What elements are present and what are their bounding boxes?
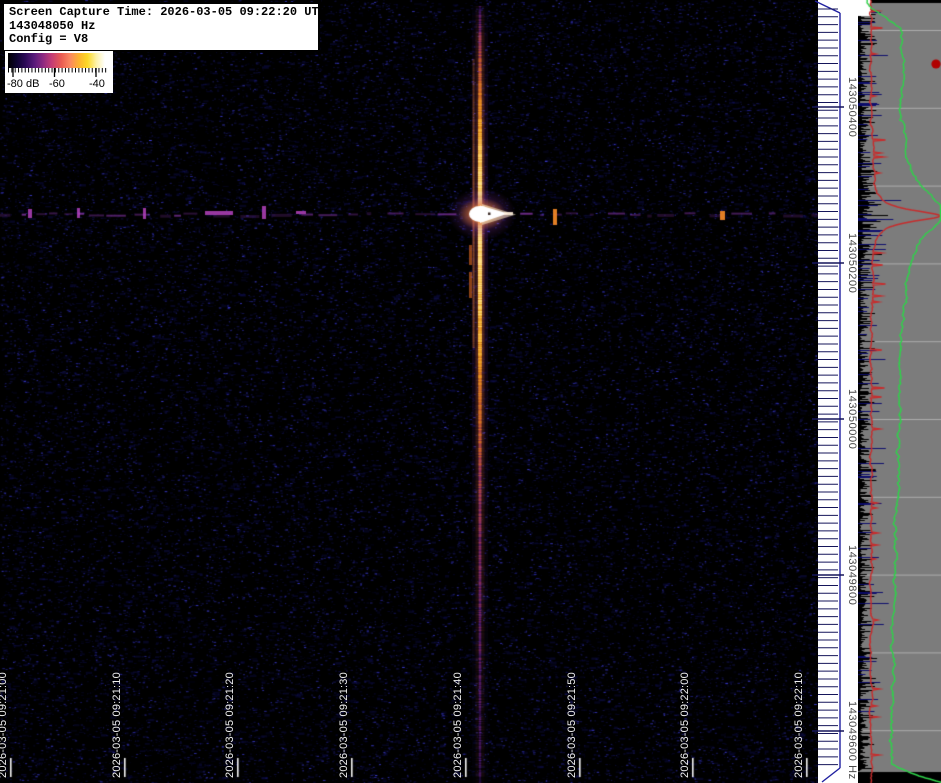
- capture-time-text: Screen Capture Time: 2026-03-05 09:22:20…: [9, 5, 326, 19]
- screen-capture-root: 2026-03-05 09:21:00 2026-03-05 09:21:10 20…: [0, 0, 941, 783]
- time-tick-label: 2026-03-05 09:22:10: [793, 672, 805, 778]
- spectrum-panel: [858, 0, 941, 783]
- waterfall-spectrogram: [0, 0, 818, 783]
- frequency-tick-label: 143050000: [846, 389, 858, 450]
- frequency-tick-label: 143050200: [846, 233, 858, 294]
- frequency-tick: [814, 0, 841, 14]
- colorbar-label-min: -80 dB: [7, 78, 40, 90]
- time-tick-label: 2026-03-05 09:21:50: [566, 672, 578, 778]
- time-tick-label: 2026-03-05 09:21:20: [224, 672, 236, 778]
- colorbar: -80 dB -60 -40: [5, 51, 113, 93]
- frequency-tick-label: 143049600 Hz: [846, 701, 858, 780]
- colorbar-label-mid: -60: [49, 78, 65, 90]
- time-tick-label: 2026-03-05 09:21:00: [0, 672, 9, 778]
- config-text: Config = V8: [9, 32, 89, 46]
- frequency-tick: [821, 767, 841, 783]
- colorbar-ticks: [8, 68, 107, 77]
- capture-info-box: Screen Capture Time: 2026-03-05 09:22:20…: [2, 2, 326, 52]
- time-tick-label: 2026-03-05 09:21:10: [111, 672, 123, 778]
- center-frequency-text: 143048050 Hz: [9, 18, 96, 33]
- time-tick-label: 2026-03-05 09:21:40: [452, 672, 464, 778]
- time-tick-label: 2026-03-05 09:21:30: [338, 672, 350, 778]
- frequency-tick-label: 143049800: [846, 545, 858, 606]
- colorbar-label-max: -40: [89, 78, 105, 90]
- time-tick-label: 2026-03-05 09:22:00: [679, 672, 691, 778]
- frequency-tick-label: 143050400: [846, 77, 858, 138]
- colorbar-gradient: [8, 53, 105, 68]
